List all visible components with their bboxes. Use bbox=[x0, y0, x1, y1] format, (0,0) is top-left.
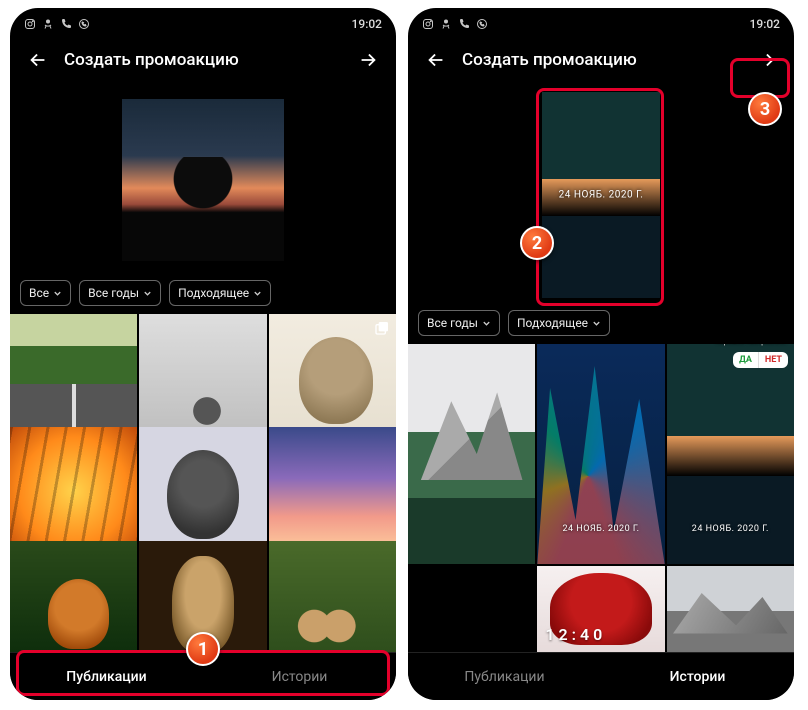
status-icons-left bbox=[24, 18, 90, 30]
annotation-badge-1: 1 bbox=[186, 632, 220, 666]
preview-image[interactable]: 24 НОЯБ. 2020 Г. bbox=[542, 92, 660, 298]
page-title: Создать промоакцию bbox=[462, 50, 740, 70]
grid-item[interactable] bbox=[269, 541, 396, 652]
next-button[interactable] bbox=[350, 42, 386, 78]
back-button[interactable] bbox=[418, 42, 454, 78]
story-timestamp: 24 НОЯБ. 2020 Г. bbox=[537, 524, 664, 534]
status-time: 19:02 bbox=[750, 17, 780, 31]
filter-bar: Все Все годы Подходящее bbox=[10, 274, 396, 314]
poll-widget[interactable]: ДА НЕТ bbox=[733, 352, 788, 368]
filter-label: Все годы bbox=[427, 316, 478, 330]
tab-posts[interactable]: Публикации bbox=[10, 653, 203, 700]
status-bar: 19:02 bbox=[408, 8, 794, 36]
filter-all[interactable]: Все bbox=[20, 280, 71, 306]
media-grid-stories: 24 НОЯБ. 2020 Г. Хорошее настроение? ДА … bbox=[408, 344, 794, 652]
page-title: Создать промоакцию bbox=[64, 50, 342, 70]
grid-item[interactable] bbox=[408, 344, 535, 564]
preview-area: 24 НОЯБ. 2020 Г. bbox=[408, 84, 794, 304]
ok-icon bbox=[42, 18, 54, 30]
bottom-tabs: Публикации Истории bbox=[408, 652, 794, 700]
arrow-right-icon bbox=[755, 49, 777, 71]
grid-item[interactable] bbox=[139, 314, 266, 441]
filter-label: Все годы bbox=[88, 286, 139, 300]
preview-image[interactable] bbox=[122, 99, 284, 261]
preview-area bbox=[10, 84, 396, 274]
chevron-down-icon bbox=[482, 319, 491, 328]
instagram-icon bbox=[24, 18, 36, 30]
story-timestamp: 24 НОЯБ. 2020 Г. bbox=[667, 524, 794, 534]
status-time: 19:02 bbox=[352, 17, 382, 31]
poll-yes[interactable]: ДА bbox=[733, 352, 758, 368]
app-header: Создать промоакцию bbox=[408, 36, 794, 84]
grid-item[interactable]: 24 НОЯБ. 2020 Г. bbox=[537, 344, 664, 564]
poll-question: Хорошее настроение? bbox=[715, 344, 788, 346]
arrow-right-icon bbox=[357, 49, 379, 71]
poll-no[interactable]: НЕТ bbox=[758, 352, 788, 368]
annotation-badge-3: 3 bbox=[748, 92, 782, 126]
chevron-down-icon bbox=[143, 289, 152, 298]
app-header: Создать промоакцию bbox=[10, 36, 396, 84]
carousel-icon bbox=[374, 320, 390, 336]
tab-posts[interactable]: Публикации bbox=[408, 653, 601, 700]
filter-suitable[interactable]: Подходящее bbox=[169, 280, 271, 306]
viber-icon bbox=[476, 18, 488, 30]
phone-left: 19:02 Создать промоакцию Все Все годы bbox=[10, 8, 396, 700]
media-grid bbox=[10, 314, 396, 652]
grid-item[interactable] bbox=[139, 427, 266, 554]
ok-icon bbox=[440, 18, 452, 30]
status-bar: 19:02 bbox=[10, 8, 396, 36]
story-timestamp: 24 НОЯБ. 2020 Г. bbox=[542, 190, 660, 201]
filter-label: Подходящее bbox=[517, 316, 588, 330]
filter-bar: Все годы Подходящее bbox=[408, 304, 794, 344]
grid-item[interactable]: 12:40 bbox=[537, 566, 664, 652]
next-button[interactable] bbox=[748, 42, 784, 78]
status-icons-left bbox=[422, 18, 488, 30]
annotation-badge-2: 2 bbox=[520, 226, 554, 260]
grid-item[interactable] bbox=[10, 314, 137, 441]
grid-item[interactable] bbox=[269, 314, 396, 441]
chevron-down-icon bbox=[53, 289, 62, 298]
grid-item[interactable] bbox=[10, 541, 137, 652]
back-button[interactable] bbox=[20, 42, 56, 78]
phone-icon bbox=[458, 18, 470, 30]
instagram-icon bbox=[422, 18, 434, 30]
clock-widget: 12:40 bbox=[545, 625, 606, 644]
grid-item[interactable] bbox=[667, 566, 794, 652]
tab-stories[interactable]: Истории bbox=[203, 653, 396, 700]
grid-item[interactable]: Хорошее настроение? ДА НЕТ 24 НОЯБ. 2020… bbox=[667, 344, 794, 564]
phone-right: 19:02 Создать промоакцию 24 НОЯБ. 2020 Г… bbox=[408, 8, 794, 700]
filter-label: Подходящее bbox=[178, 286, 249, 300]
filter-label: Все bbox=[29, 286, 49, 300]
filter-years[interactable]: Все годы bbox=[418, 310, 500, 336]
filter-years[interactable]: Все годы bbox=[79, 280, 161, 306]
grid-item[interactable] bbox=[10, 427, 137, 554]
arrow-left-icon bbox=[27, 49, 49, 71]
viber-icon bbox=[78, 18, 90, 30]
arrow-left-icon bbox=[425, 49, 447, 71]
grid-item[interactable] bbox=[269, 427, 396, 554]
chevron-down-icon bbox=[253, 289, 262, 298]
chevron-down-icon bbox=[592, 319, 601, 328]
tab-stories[interactable]: Истории bbox=[601, 653, 794, 700]
grid-item[interactable] bbox=[408, 566, 535, 652]
filter-suitable[interactable]: Подходящее bbox=[508, 310, 610, 336]
phone-icon bbox=[60, 18, 72, 30]
